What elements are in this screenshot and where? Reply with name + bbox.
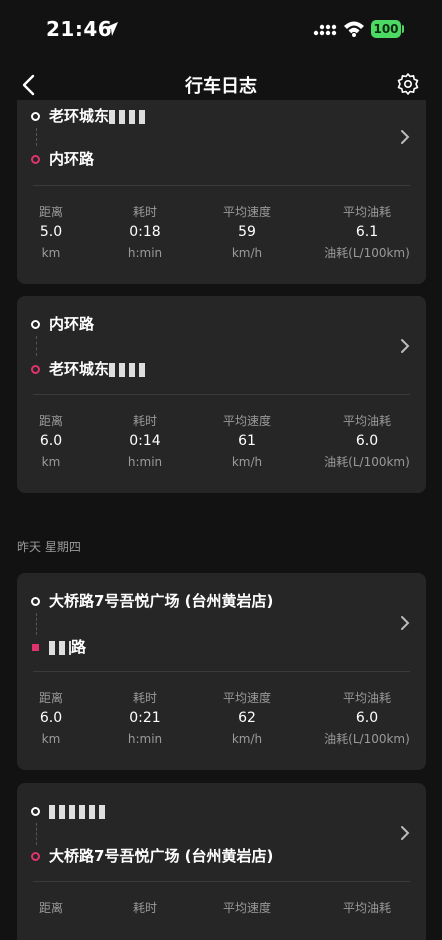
- trip-card[interactable]: 内环路 老环城东 距离 6.0 km 耗时 0:14 h:min 平均速度 61…: [17, 296, 426, 493]
- stat-avg-fuel: 平均油耗 6.0 油耗(L/100km): [324, 691, 410, 746]
- divider: [33, 185, 410, 186]
- cellular-signal-icon: [313, 24, 337, 36]
- gear-icon[interactable]: [396, 72, 420, 96]
- stat-avg-speed: 平均速度 62 km/h: [222, 691, 271, 746]
- route-connector: [36, 823, 37, 845]
- stat-duration: 耗时 0:18 h:min: [127, 205, 163, 260]
- route-connector: [36, 128, 37, 146]
- trip-end-label: 内环路: [49, 150, 95, 168]
- chevron-right-icon: [401, 130, 410, 144]
- trip-stats: 距离 耗时 平均速度 平均油耗: [17, 899, 426, 940]
- stat-avg-speed: 平均速度 61 km/h: [222, 414, 271, 469]
- trip-start-label: [49, 799, 105, 823]
- trip-end-label: 路: [49, 635, 86, 659]
- start-dot-icon: [31, 807, 40, 816]
- trip-end-label: 老环城东: [49, 357, 150, 381]
- trip-stats: 距离 5.0 km 耗时 0:18 h:min 平均速度 59 km/h 平均油…: [17, 203, 426, 283]
- start-dot-icon: [31, 597, 40, 606]
- stat-duration: 耗时: [132, 901, 157, 915]
- chevron-right-icon: [401, 339, 410, 353]
- trip-start-label: 内环路: [49, 315, 95, 333]
- stat-distance: 距离 5.0 km: [38, 205, 63, 260]
- wifi-icon: [344, 21, 364, 37]
- stat-avg-speed: 平均速度 59 km/h: [222, 205, 271, 260]
- stat-distance: 距离 6.0 km: [38, 691, 63, 746]
- trip-card[interactable]: 老环城东 内环路 距离 5.0 km 耗时 0:18 h:min 平均速度 59…: [17, 100, 426, 284]
- redacted-text: [49, 640, 71, 655]
- trip-start-label: 老环城东: [49, 104, 150, 128]
- end-dot-icon: [31, 155, 40, 164]
- route-connector: [36, 336, 37, 356]
- trip-stats: 距离 6.0 km 耗时 0:14 h:min 平均速度 61 km/h 平均油…: [17, 412, 426, 492]
- chevron-right-icon: [401, 616, 410, 630]
- divider: [33, 881, 410, 882]
- trip-card[interactable]: 大桥路7号吾悦广场 (台州黄岩店) 路 距离 6.0 km 耗时 0:21 h:…: [17, 573, 426, 770]
- battery-tip: [402, 25, 404, 33]
- page-title: 行车日志: [185, 76, 257, 97]
- redacted-text: [49, 804, 105, 819]
- stat-avg-fuel: 平均油耗 6.1 油耗(L/100km): [324, 205, 410, 260]
- trip-stats: 距离 6.0 km 耗时 0:21 h:min 平均速度 62 km/h 平均油…: [17, 689, 426, 769]
- chevron-right-icon: [401, 826, 410, 840]
- battery-indicator: 100: [371, 20, 401, 38]
- trip-start-label: 大桥路7号吾悦广场 (台州黄岩店): [49, 592, 274, 610]
- end-dot-icon: [31, 852, 40, 861]
- stat-avg-fuel: 平均油耗: [342, 901, 391, 915]
- stat-duration: 耗时 0:14 h:min: [127, 414, 163, 469]
- stat-distance: 距离 6.0 km: [38, 414, 63, 469]
- end-dot-icon: [31, 365, 40, 374]
- divider: [33, 671, 410, 672]
- stat-avg-fuel: 平均油耗 6.0 油耗(L/100km): [324, 414, 410, 469]
- trip-card[interactable]: 大桥路7号吾悦广场 (台州黄岩店) 距离 耗时 平均速度 平均油耗: [17, 783, 426, 940]
- stat-duration: 耗时 0:21 h:min: [127, 691, 163, 746]
- location-arrow-icon: [104, 22, 118, 36]
- section-header-yesterday: 昨天 星期四: [17, 540, 81, 554]
- redacted-text: [109, 109, 150, 124]
- status-bar: 21:46 100: [0, 0, 442, 60]
- route-connector: [36, 613, 37, 635]
- start-dot-icon: [31, 320, 40, 329]
- end-dot-icon: [32, 644, 39, 651]
- stat-avg-speed: 平均速度: [222, 901, 271, 915]
- start-dot-icon: [31, 112, 40, 121]
- trip-end-label: 大桥路7号吾悦广场 (台州黄岩店): [49, 847, 274, 865]
- redacted-text: [109, 362, 150, 377]
- stat-distance: 距离: [38, 901, 63, 915]
- divider: [33, 394, 410, 395]
